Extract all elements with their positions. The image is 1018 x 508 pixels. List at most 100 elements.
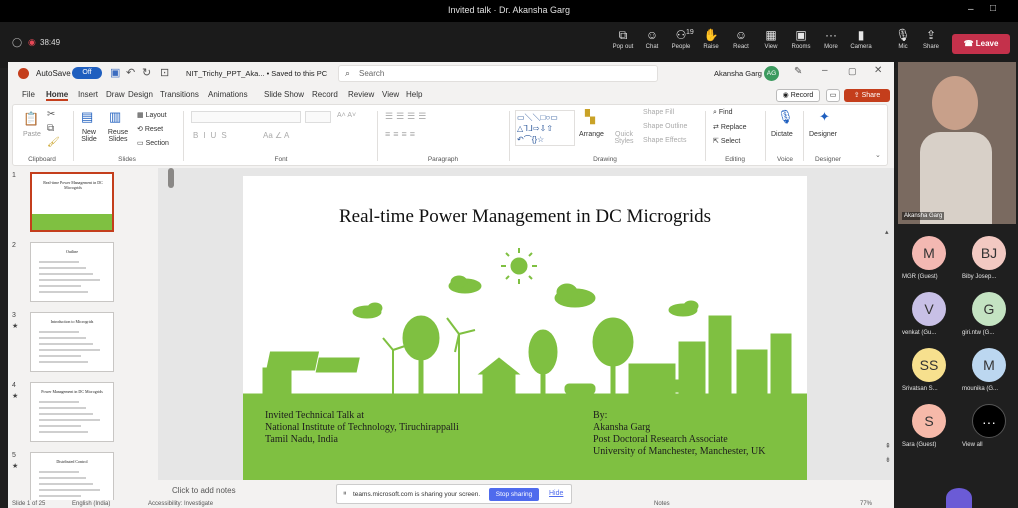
font-size-select[interactable] <box>305 111 331 123</box>
slide-thumbnail[interactable]: Real-time Power Management in DC Microgr… <box>30 172 114 232</box>
tab-record[interactable]: Record <box>312 90 338 99</box>
participant-avatar[interactable]: M <box>912 236 946 270</box>
search-box[interactable]: ⌕ Search <box>338 65 658 82</box>
redo-icon[interactable]: ↻ <box>142 66 151 79</box>
reuse-slides-icon[interactable]: ▥ <box>109 109 121 125</box>
select-button[interactable]: ⇱ Select <box>713 137 740 145</box>
toolbar-mic-button[interactable]: 🎙 Mic <box>888 28 918 50</box>
tab-transitions[interactable]: Transitions <box>160 90 199 99</box>
user-avatar[interactable]: AG <box>764 66 779 81</box>
tab-help[interactable]: Help <box>406 90 422 99</box>
pen-icon[interactable]: ✎ <box>794 66 802 77</box>
arrange-label[interactable]: Arrange <box>579 131 604 138</box>
paste-icon[interactable]: 📋 <box>23 111 39 127</box>
participant-avatar[interactable]: ··· <box>972 404 1006 438</box>
zoom-level[interactable]: 77% <box>860 501 872 507</box>
minimize-icon[interactable]: – <box>968 4 974 15</box>
font-style-icons[interactable]: BIUS <box>193 131 232 140</box>
comments-icon[interactable]: ▭ <box>826 89 840 102</box>
align-icons[interactable]: ≡≡≡≡ <box>385 129 418 139</box>
layout-button[interactable]: ▦ Layout <box>137 111 167 119</box>
tab-file[interactable]: File <box>22 90 35 99</box>
font-color-icons[interactable]: Aa ∠ A <box>263 131 289 140</box>
next-slide-icon[interactable]: ⇟ <box>885 456 891 464</box>
participant-avatar[interactable]: BJ <box>972 236 1006 270</box>
tab-draw[interactable]: Draw <box>106 90 125 99</box>
quick-styles-label[interactable]: Quick Styles <box>611 131 637 145</box>
copy-icon[interactable]: ⧉ <box>47 123 54 134</box>
accessibility-indicator[interactable]: Accessibility: Investigate <box>148 501 213 507</box>
shape-fill-label[interactable]: Shape Fill <box>643 109 674 116</box>
present-icon[interactable]: ⊡ <box>160 66 169 79</box>
find-button[interactable]: ⌕ Find <box>713 109 733 117</box>
participant-avatar[interactable]: M <box>972 348 1006 382</box>
grow-font-icon[interactable]: A˄ A˅ <box>337 112 356 119</box>
designer-label[interactable]: Designer <box>809 131 837 138</box>
participant-avatar[interactable]: V <box>912 292 946 326</box>
participant-avatar[interactable]: SS <box>912 348 946 382</box>
stop-sharing-button[interactable]: Stop sharing <box>489 488 539 501</box>
previous-slide-icon[interactable]: ⇞ <box>885 442 891 450</box>
slide-thumbnail[interactable]: Power Management in DC Microgrids <box>30 382 114 442</box>
language-indicator[interactable]: English (India) <box>72 501 110 507</box>
close-icon[interactable]: ✕ <box>874 65 882 76</box>
shield-icon: ◯ <box>12 37 23 47</box>
section-button[interactable]: ▭ Section <box>137 139 169 147</box>
leave-button[interactable]: ☎ Leave <box>952 34 1010 54</box>
group-label-voice: Voice <box>777 156 793 163</box>
notes-toggle[interactable]: Notes <box>654 501 670 507</box>
save-icon[interactable]: ▣ <box>110 66 120 79</box>
dictate-label[interactable]: Dictate <box>771 131 793 138</box>
toolbar-chat-button[interactable]: ☺ Chat <box>637 28 667 50</box>
scroll-up-icon[interactable]: ▴ <box>885 228 889 236</box>
shape-effects-label[interactable]: Shape Effects <box>643 137 686 144</box>
hide-link[interactable]: Hide <box>549 490 563 497</box>
toolbar-share-button[interactable]: ⇪ Share <box>916 28 946 50</box>
cut-icon[interactable]: ✂ <box>47 109 55 120</box>
minimize-icon[interactable]: – <box>822 65 828 76</box>
toolbar-more-button[interactable]: ··· More <box>816 28 846 50</box>
participant-avatar[interactable]: G <box>972 292 1006 326</box>
tab-review[interactable]: Review <box>348 90 374 99</box>
scrollbar-thumb[interactable] <box>168 168 174 188</box>
toolbar-pop-out-button[interactable]: ⧉ Pop out <box>608 28 638 50</box>
list-icons[interactable]: ☰☰☰☰ <box>385 111 429 122</box>
shapes-gallery[interactable]: ▭＼＼□○▭ △ᒣᒧ⇨⇩⇧ ↶⌒{}☆ <box>515 110 575 146</box>
undo-icon[interactable]: ↶ <box>126 66 135 79</box>
reset-button[interactable]: ⟲ Reset <box>137 125 163 133</box>
font-family-select[interactable] <box>191 111 301 123</box>
participant-avatar[interactable]: S <box>912 404 946 438</box>
toolbar-raise-button[interactable]: ✋ Raise <box>696 28 726 50</box>
tab-home[interactable]: Home <box>46 90 69 101</box>
format-painter-icon[interactable]: 🖌 <box>47 137 60 148</box>
microphone-icon[interactable]: 🎙 <box>777 109 794 125</box>
thumbnail-text-line <box>39 471 79 473</box>
record-button[interactable]: ◉ Record <box>776 89 820 102</box>
maximize-icon[interactable]: □ <box>990 3 996 14</box>
toolbar-rooms-button[interactable]: ▣ Rooms <box>786 28 816 50</box>
shape-outline-label[interactable]: Shape Outline <box>643 123 687 130</box>
restore-icon[interactable]: ▢ <box>848 66 857 77</box>
toolbar-camera-button[interactable]: ▮ Camera <box>846 28 876 50</box>
slide-thumbnail[interactable]: Introduction to Microgrids <box>30 312 114 372</box>
toolbar-react-button[interactable]: ☺ React <box>726 28 756 50</box>
tab-insert[interactable]: Insert <box>78 90 98 99</box>
slide-thumbnail[interactable]: Outline <box>30 242 114 302</box>
tab-view[interactable]: View <box>382 90 399 99</box>
designer-icon[interactable]: ✦ <box>819 109 830 125</box>
replace-button[interactable]: ⇄ Replace <box>713 123 747 131</box>
arrange-icon[interactable]: ▚ <box>585 109 595 125</box>
toolbar-view-button[interactable]: ▦ View <box>756 28 786 50</box>
autosave-toggle[interactable]: Off <box>72 67 102 79</box>
screen-share-banner: ⏸ teams.microsoft.com is sharing your sc… <box>336 484 572 504</box>
share-button[interactable]: ⇪ Share <box>844 89 890 102</box>
tab-design[interactable]: Design <box>128 90 153 99</box>
collapse-ribbon-icon[interactable]: ⌄ <box>875 151 881 159</box>
toolbar-people-button[interactable]: ⚇ 19 People <box>666 28 696 50</box>
reuse-slides-label[interactable]: Reuse Slides <box>105 129 131 143</box>
new-slide-label[interactable]: New Slide <box>77 129 101 143</box>
tab-slide-show[interactable]: Slide Show <box>264 90 304 99</box>
tab-animations[interactable]: Animations <box>208 90 248 99</box>
new-slide-icon[interactable]: ▤ <box>81 109 93 125</box>
slide-canvas[interactable]: Real-time Power Management in DC Microgr… <box>243 176 807 480</box>
